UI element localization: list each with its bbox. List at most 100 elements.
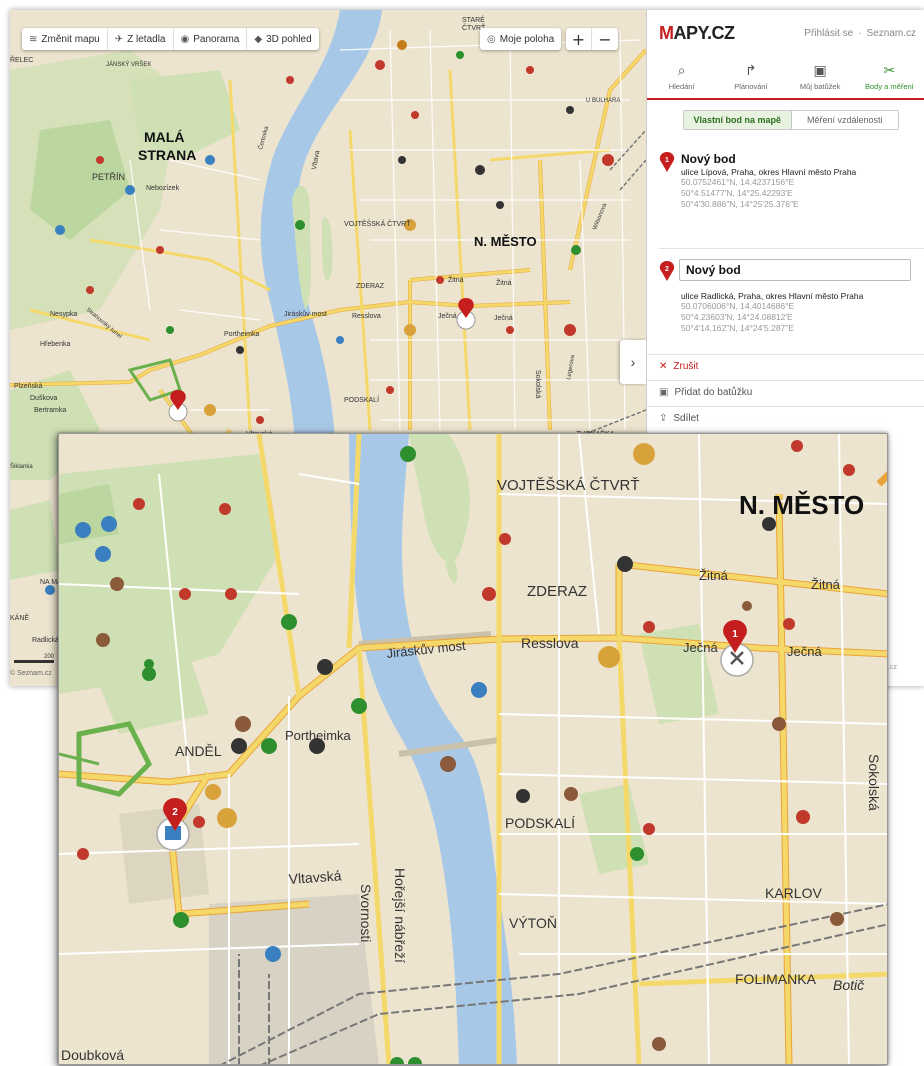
inset-label-n-mesto: N. MĚSTO — [739, 490, 864, 520]
label-jiraskuv-most: Jiráskův most — [284, 310, 327, 318]
zoom-controls: + − — [566, 28, 618, 50]
panorama-label: Panorama — [193, 33, 240, 45]
label-podskali: PODSKALÍ — [344, 395, 379, 404]
inset-label-horejsi-nabrezi: Hořejší nábřeží — [392, 868, 408, 963]
mapy-logo[interactable]: MAPY.CZ — [659, 23, 735, 44]
label-jecna-1: Ječná — [438, 313, 457, 320]
mode-switch: Vlastní bod na mapě Měření vzdálenosti — [683, 110, 899, 130]
my-location-label: Moje poloha — [499, 33, 555, 45]
map-toolbar: ≋ Změnit mapu ✈ Z letadla ◉ Panorama ◆ 3D po… — [22, 28, 319, 50]
plane-icon: ✈ — [114, 33, 124, 45]
inset-label-vojtesska: VOJTĚŠSKÁ ČTVRŤ — [497, 477, 640, 494]
label-stare: STARÉ — [462, 15, 485, 24]
collapse-panel-button[interactable]: › — [620, 340, 646, 384]
nav-backpack-label: Můj batůžek — [799, 82, 841, 91]
nav-planning-label: Plánování — [734, 82, 768, 91]
inset-label-jecna-2: Ječná — [787, 644, 822, 659]
nav-backpack[interactable]: ▣ Můj batůžek — [786, 56, 855, 98]
location-icon: ◎ — [487, 33, 496, 45]
logo-m: M — [659, 22, 674, 43]
marker-1-num: 1 — [665, 157, 669, 164]
inset-marker-1-num: 1 — [732, 629, 738, 640]
inset-label-zitna-2: Žitná — [811, 577, 841, 592]
map-watermark: © Seznam.cz — [10, 670, 52, 677]
backpack-icon: ▣ — [659, 386, 669, 398]
nav-search-label: Hledání — [668, 82, 695, 91]
header-links: Přihlásit se · Seznam.cz — [804, 28, 916, 39]
label-nebozizek: Nebozízek — [146, 185, 180, 192]
inset-label-folimanka: FOLIMANKA — [735, 971, 817, 987]
label-bertramka: Bertramka — [34, 407, 66, 414]
inset-label-zderaz: ZDERAZ — [527, 583, 587, 600]
panorama-button[interactable]: ◉ Panorama — [174, 28, 248, 50]
seznam-link[interactable]: Seznam.cz — [867, 28, 916, 39]
point-1-coord-dec: 50.0752461°N, 14.4237156°E — [681, 177, 795, 187]
point-2-coord-dec: 50.0706006°N, 14.4014686°E — [681, 301, 795, 311]
screenshot-stage: MALÁ STRANA N. MĚSTO PETŘÍN Nebozízek JÁ… — [0, 0, 924, 1066]
label-siklanka: Šiklanka — [10, 463, 33, 470]
label-nesypka: Nesypka — [50, 311, 77, 318]
change-map-button[interactable]: ≋ Změnit mapu — [22, 28, 108, 50]
share-icon: ⇪ — [659, 412, 668, 424]
nav-points-measure-label: Body a měření — [864, 82, 914, 91]
zoom-out-button[interactable]: − — [592, 28, 618, 50]
share-button[interactable]: ⇪ Sdílet — [647, 406, 924, 429]
inset-label-portheimka: Portheimka — [285, 728, 352, 743]
label-plzenska: Plzeňská — [14, 383, 43, 390]
label-petrin: PETŘÍN — [92, 172, 125, 182]
zoomed-map-inset[interactable]: 1 2 VOJTĚŠSKÁ ČTVRŤ N. MĚSTO ZDERAZ Žitn… — [58, 433, 888, 1065]
add-to-backpack-button[interactable]: ▣ Přidat do batůžku — [647, 380, 924, 403]
label-jansky-vrsek: JÁNSKÝ VRŠEK — [106, 61, 151, 68]
close-icon: ✕ — [659, 360, 668, 372]
nav-points-measure[interactable]: ✂ Body a měření — [855, 56, 924, 98]
inset-map-canvas[interactable]: 1 2 VOJTĚŠSKÁ ČTVRŤ N. MĚSTO ZDERAZ Žitn… — [59, 434, 888, 1065]
layers-icon: ≋ — [29, 33, 38, 45]
zoom-in-button[interactable]: + — [566, 28, 592, 50]
inset-marker-2-num: 2 — [172, 807, 178, 818]
label-mala-strana-2: STRANA — [138, 147, 196, 163]
panel-header: MAPY.CZ Přihlásit se · Seznam.cz — [647, 10, 924, 56]
nav-search[interactable]: ⌕ Hledání — [647, 56, 716, 98]
label-jecna-2: Ječná — [494, 315, 513, 322]
chevron-right-icon: › — [630, 354, 636, 370]
3d-view-button[interactable]: ◆ 3D pohled — [247, 28, 318, 50]
point-2-address: ulice Radlická, Praha, okres Hlavní měst… — [681, 291, 864, 301]
marker-2-num: 2 — [665, 266, 669, 273]
cube-icon: ◆ — [254, 33, 263, 45]
label-duskova: Duškova — [30, 395, 57, 402]
share-label: Sdílet — [673, 412, 699, 424]
label-vojtesska: VOJTĚŠSKÁ ČTVRŤ — [344, 219, 411, 228]
route-icon: ↱ — [745, 63, 757, 79]
inset-label-resslova: Resslova — [521, 635, 579, 651]
point-1: 1 Nový bod ulice Lípová, Praha, okres Hl… — [659, 152, 921, 210]
aerial-button[interactable]: ✈ Z letadla — [108, 28, 174, 50]
point-2-name-input[interactable] — [679, 259, 911, 281]
point-2: 2 ulice Radlická, Praha, okres Hlavní mě… — [659, 248, 924, 334]
label-resslova: Resslova — [352, 313, 381, 320]
point-1-name[interactable]: Nový bod — [681, 152, 921, 166]
my-location-button[interactable]: ◎ Moje poloha — [480, 28, 561, 50]
inset-label-doubkova: Doubková — [61, 1047, 124, 1063]
label-radlicka: Radlická — [32, 637, 59, 644]
label-sokolska: Sokolská — [534, 370, 541, 399]
map-suffix: .cz — [888, 664, 897, 671]
add-to-backpack-label: Přidat do batůžku — [674, 386, 753, 398]
aerial-label: Z letadla — [127, 33, 166, 45]
own-point-tab[interactable]: Vlastní bod na mapě — [684, 111, 792, 129]
measure-tab[interactable]: Měření vzdálenosti — [792, 111, 899, 129]
login-link[interactable]: Přihlásit se — [804, 28, 853, 39]
point-2-coord-dms: 50°4'14.162"N, 14°24'5.287"E — [681, 323, 794, 333]
label-hrebenka: Hřebenka — [40, 341, 70, 348]
cancel-button[interactable]: ✕ Zrušit — [647, 354, 924, 377]
label-zitna-1: Žitná — [448, 275, 464, 284]
inset-label-svornosti: Svornosti — [358, 884, 374, 942]
points-measure-icon: ✂ — [883, 63, 896, 79]
point-1-coord-dms: 50°4'30.886"N, 14°25'25.376"E — [681, 199, 799, 209]
inset-label-sokolska: Sokolská — [866, 754, 882, 811]
label-zderaz: ZDERAZ — [356, 283, 385, 290]
label-kane: KÁNĚ — [10, 613, 29, 622]
point-1-coord-dm: 50°4.51477'N, 14°25.42293'E — [681, 188, 793, 198]
nav-planning[interactable]: ↱ Plánování — [716, 56, 785, 98]
inset-label-andel: ANDĚL — [175, 743, 222, 759]
eye-icon: ◉ — [180, 33, 190, 45]
